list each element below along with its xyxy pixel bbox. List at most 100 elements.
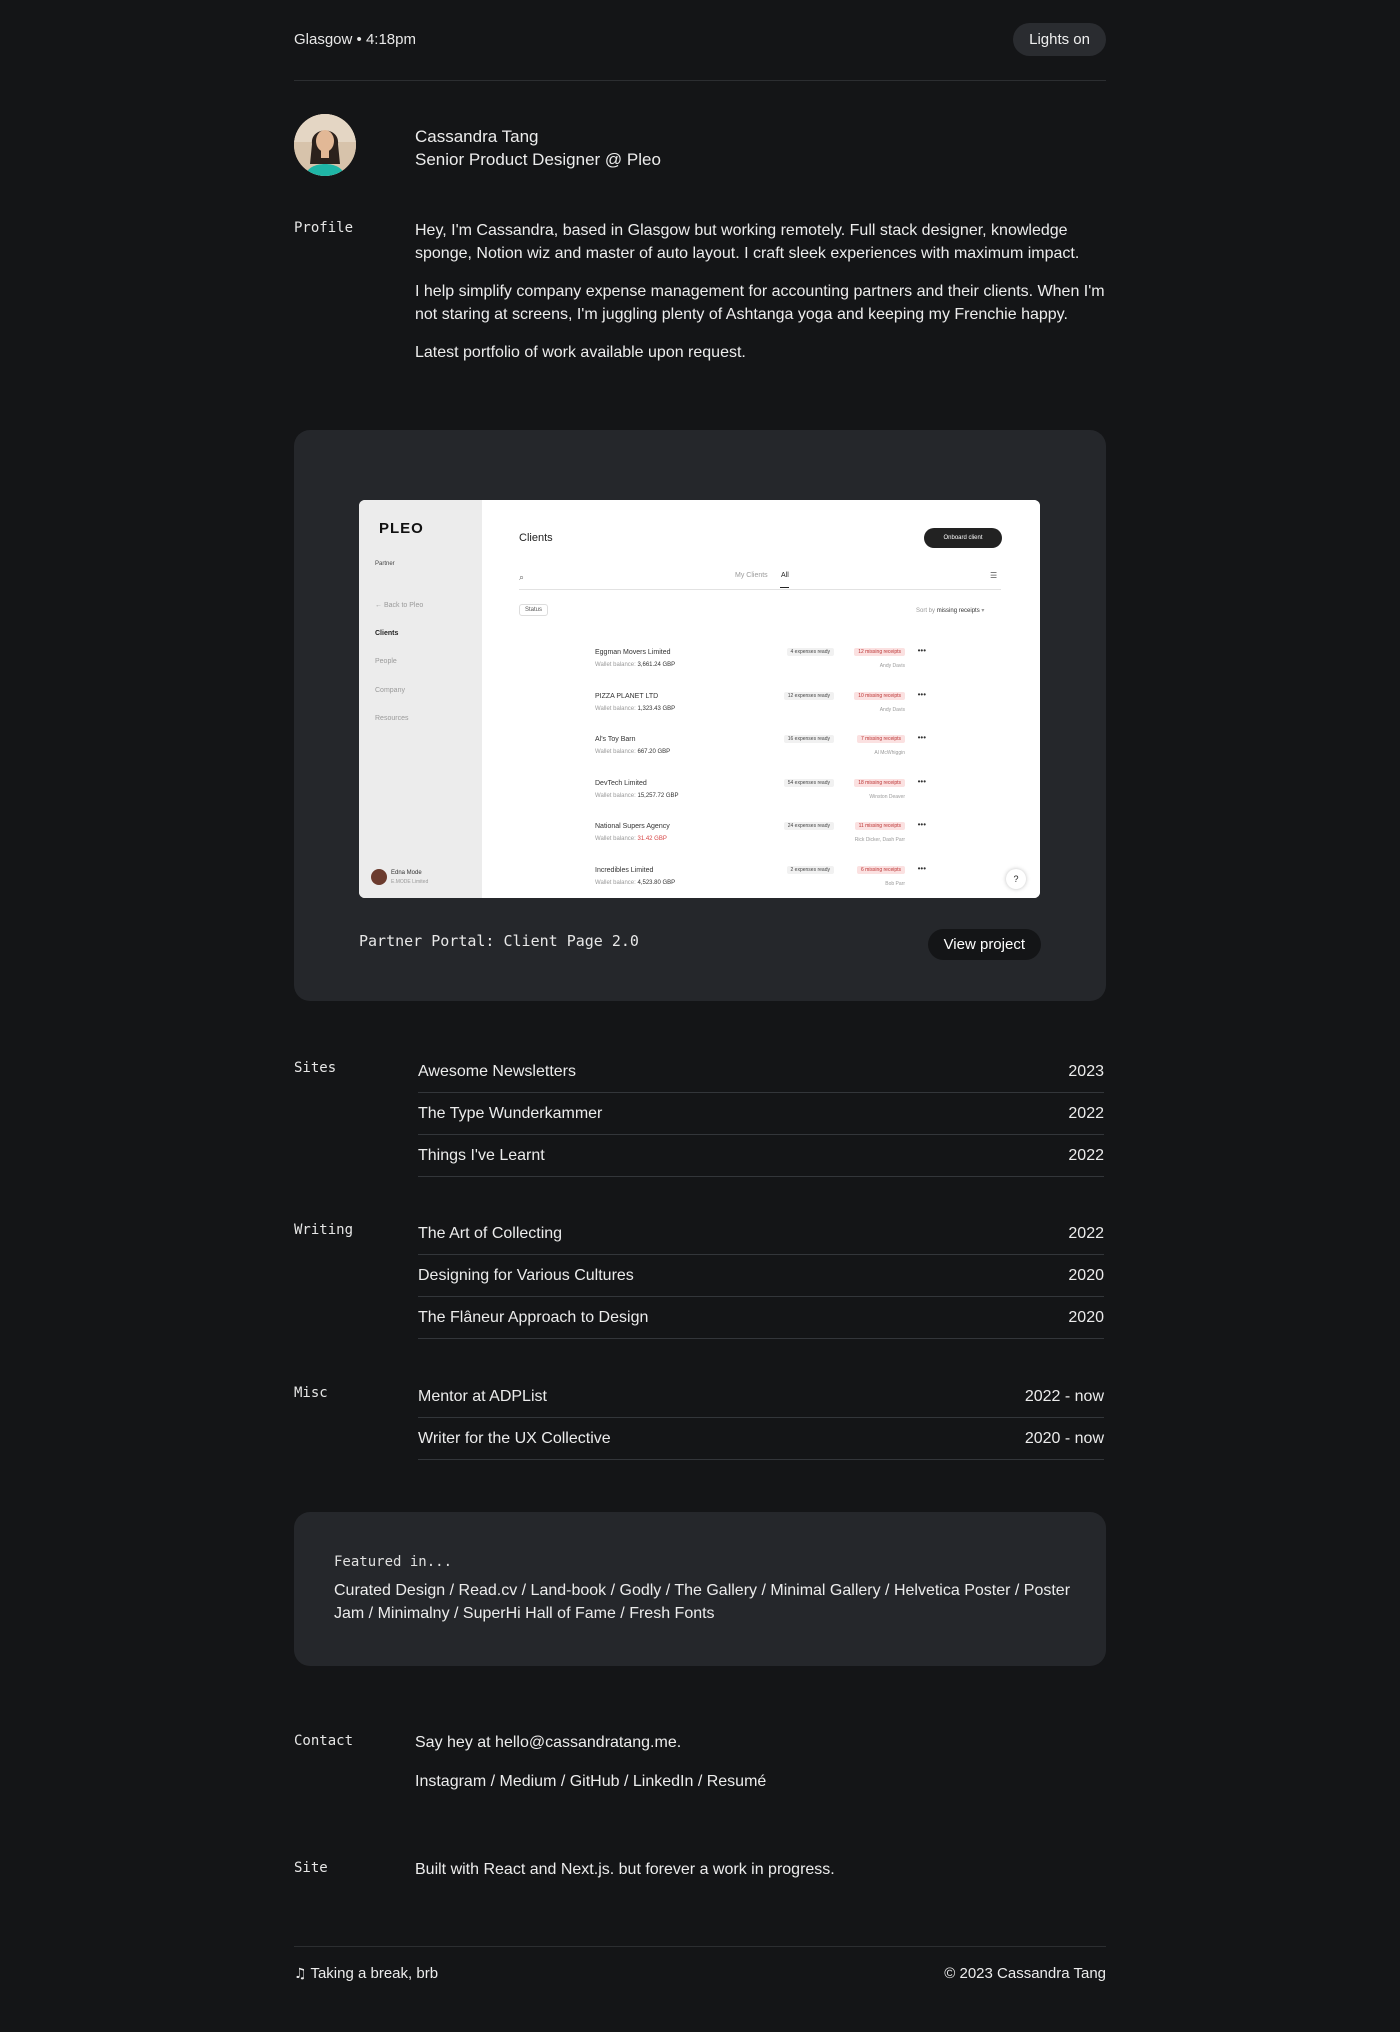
onboard-client-button: Onboard client xyxy=(924,528,1002,548)
list-item-year: 2022 xyxy=(1068,1104,1104,1122)
profile-paragraph: I help simplify company expense manageme… xyxy=(415,283,1105,323)
social-link-medium[interactable]: Medium xyxy=(499,1773,556,1790)
expenses-ready-badge: 24 expenses ready xyxy=(783,822,834,830)
client-name: Incredibles Limited xyxy=(595,866,654,874)
profile-paragraph: Hey, I'm Cassandra, based in Glasgow but… xyxy=(415,222,1080,262)
list-item[interactable]: The Art of Collecting 2022 xyxy=(418,1213,1104,1255)
copyright: © 2023 Cassandra Tang xyxy=(944,1965,1106,1982)
list-item-title: The Art of Collecting xyxy=(418,1224,563,1242)
link-separator: / xyxy=(486,1773,500,1790)
client-owner: Rick Dicker, Dash Parr xyxy=(854,837,905,843)
screenshot-page-title: Clients xyxy=(519,532,553,544)
missing-receipts-badge: 11 missing receipts xyxy=(854,822,905,830)
client-row: Incredibles Limited Wallet balance: 4,523… xyxy=(482,863,1040,896)
expenses-ready-badge: 54 expenses ready xyxy=(783,778,834,787)
music-note-icon: ♫ xyxy=(294,1966,307,1982)
client-balance: Wallet balance: 15,257.72 GBP xyxy=(595,792,679,799)
profile-label: Profile xyxy=(294,220,354,236)
link-separator: / xyxy=(619,1773,633,1790)
list-item-year: 2020 xyxy=(1068,1266,1104,1284)
list-item-title: Designing for Various Cultures xyxy=(418,1266,634,1284)
user-avatar xyxy=(371,869,387,885)
project-card[interactable]: PLEO Partner ← Back to Pleo Clients Peop… xyxy=(294,430,1106,1001)
tab-underline xyxy=(780,587,789,588)
missing-receipts-badge: 6 missing receipts xyxy=(856,865,905,874)
contact-line: Say hey at hello@cassandratang.me. xyxy=(415,1734,682,1751)
email-link[interactable]: hello@cassandratang.me xyxy=(495,1734,677,1751)
client-name: PIZZA PLANET LTD xyxy=(595,692,659,700)
profile-name: Cassandra Tang xyxy=(415,127,539,146)
list-item[interactable]: Writer for the UX Collective 2020 - now xyxy=(418,1418,1104,1460)
more-icon: ••• xyxy=(917,733,926,742)
featured-list: Curated Design / Read.cv / Land-book / G… xyxy=(334,1582,1071,1622)
nav-item-clients: Clients xyxy=(375,630,399,637)
social-link-instagram[interactable]: Instagram xyxy=(415,1773,486,1790)
profile-paragraph: Latest portfolio of work available upon … xyxy=(415,344,746,361)
list-item[interactable]: Awesome Newsletters 2023 xyxy=(418,1051,1104,1093)
view-project-button[interactable]: View project xyxy=(927,929,1041,960)
link-separator: / xyxy=(556,1773,570,1790)
client-name: Eggman Movers Limited xyxy=(595,649,671,656)
social-link-linkedin[interactable]: LinkedIn xyxy=(633,1773,694,1790)
list-item-year: 2022 xyxy=(1068,1146,1104,1164)
footer: ♫ Taking a break, brb © 2023 Cassandra T… xyxy=(294,1946,1106,1996)
list-item-title: Awesome Newsletters xyxy=(418,1062,576,1080)
client-owner: Andy Davis xyxy=(879,706,905,713)
social-link-github[interactable]: GitHub xyxy=(570,1773,620,1790)
lights-toggle-button[interactable]: Lights on xyxy=(1013,23,1106,56)
client-balance: Wallet balance: 31.42 GBP xyxy=(595,836,667,842)
profile-role: Senior Product Designer @ Pleo xyxy=(415,150,661,169)
list-item-title: The Type Wunderkammer xyxy=(418,1104,603,1122)
user-name: Edna Mode xyxy=(391,870,422,876)
list-item[interactable]: The Type Wunderkammer 2022 xyxy=(418,1093,1104,1135)
client-balance: Wallet balance: 667.20 GBP xyxy=(595,749,671,755)
more-icon: ••• xyxy=(917,776,926,786)
more-icon: ••• xyxy=(917,689,926,699)
divider xyxy=(519,589,1001,590)
project-screenshot: PLEO Partner ← Back to Pleo Clients Peop… xyxy=(359,500,1040,898)
client-owner: Andy Davis xyxy=(879,663,905,669)
now-playing: ♫ Taking a break, brb xyxy=(294,1965,439,1982)
list-item-year: 2022 xyxy=(1068,1224,1104,1242)
featured-title: Featured in... xyxy=(334,1554,453,1570)
more-icon: ••• xyxy=(917,863,926,873)
misc-list: Mentor at ADPList 2022 - now Writer for th… xyxy=(418,1376,1104,1460)
client-balance: Wallet balance: 3,661.24 GBP xyxy=(595,662,676,668)
expenses-ready-badge: 4 expenses ready xyxy=(786,648,834,656)
missing-receipts-badge: 18 missing receipts xyxy=(854,778,905,787)
list-item-title: Writer for the UX Collective xyxy=(418,1429,611,1447)
client-row: DevTech Limited Wallet balance: 15,257.72… xyxy=(482,776,1040,809)
list-item[interactable]: The Flâneur Approach to Design 2020 xyxy=(418,1297,1104,1339)
sort-label: Sort by missing receipts ▾ xyxy=(916,608,985,614)
screenshot-sidebar: PLEO Partner ← Back to Pleo Clients Peop… xyxy=(359,500,482,898)
missing-receipts-badge: 10 missing receipts xyxy=(854,691,905,700)
client-row: Eggman Movers Limited Wallet balance: 3,6… xyxy=(482,646,1040,678)
list-item[interactable]: Things I've Learnt 2022 xyxy=(418,1135,1104,1177)
list-item-title: Mentor at ADPList xyxy=(418,1387,547,1405)
client-name: National Supers Agency xyxy=(595,823,670,830)
top-bar: Glasgow • 4:18pm Lights on xyxy=(294,0,1106,81)
location-time: Glasgow • 4:18pm xyxy=(294,31,416,48)
expenses-ready-badge: 16 expenses ready xyxy=(783,735,834,743)
sites-label: Sites xyxy=(294,1060,337,1076)
list-item-year: 2023 xyxy=(1068,1062,1104,1080)
user-company: E.MODE Limited xyxy=(391,879,429,885)
missing-receipts-badge: 12 missing receipts xyxy=(854,648,905,656)
list-item-year: 2022 - now xyxy=(1024,1387,1104,1405)
sites-list: Awesome Newsletters 2023 The Type Wunderka… xyxy=(418,1051,1104,1177)
list-item[interactable]: Mentor at ADPList 2022 - now xyxy=(418,1376,1104,1418)
logo-subtitle: Partner xyxy=(375,561,395,567)
more-icon: ••• xyxy=(917,820,926,829)
social-link-resum[interactable]: Resumé xyxy=(707,1773,767,1790)
list-item[interactable]: Designing for Various Cultures 2020 xyxy=(418,1255,1104,1297)
list-item-year: 2020 - now xyxy=(1024,1429,1104,1447)
site-text: Built with React and Next.js. but foreve… xyxy=(415,1861,835,1878)
client-row: Al's Toy Barn Wallet balance: 667.20 GBP 1… xyxy=(482,733,1040,765)
filter-icon: ☰ xyxy=(990,571,998,580)
screenshot-main: Clients Onboard client ⌕ My Clients All … xyxy=(482,500,1040,898)
writing-label: Writing xyxy=(294,1222,354,1238)
nav-item-people: People xyxy=(375,658,397,665)
nav-item-company: Company xyxy=(375,687,405,694)
more-icon: ••• xyxy=(917,646,926,655)
featured-card: Featured in... Curated Design / Read.cv … xyxy=(294,1512,1106,1666)
